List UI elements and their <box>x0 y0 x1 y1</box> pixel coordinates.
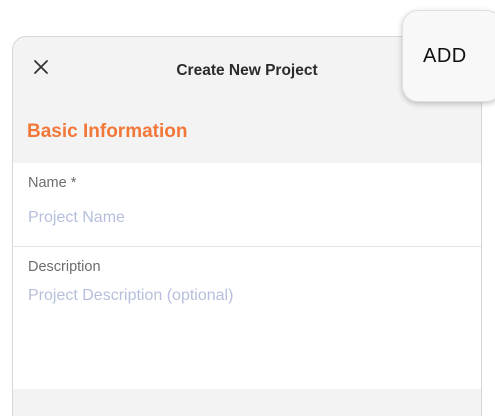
name-label: Name * <box>28 175 77 191</box>
create-project-screen: Create New Project Basic Information Nam… <box>0 0 495 416</box>
project-form: Name * Description <box>13 163 481 389</box>
description-label: Description <box>28 259 101 275</box>
section-title: Basic Information <box>27 121 188 142</box>
description-field: Description <box>13 247 481 389</box>
name-input[interactable] <box>28 207 466 229</box>
name-field: Name * <box>13 163 481 247</box>
add-button-label: ADD <box>423 45 467 67</box>
add-button[interactable]: ADD <box>402 10 495 102</box>
description-input[interactable] <box>28 285 466 375</box>
